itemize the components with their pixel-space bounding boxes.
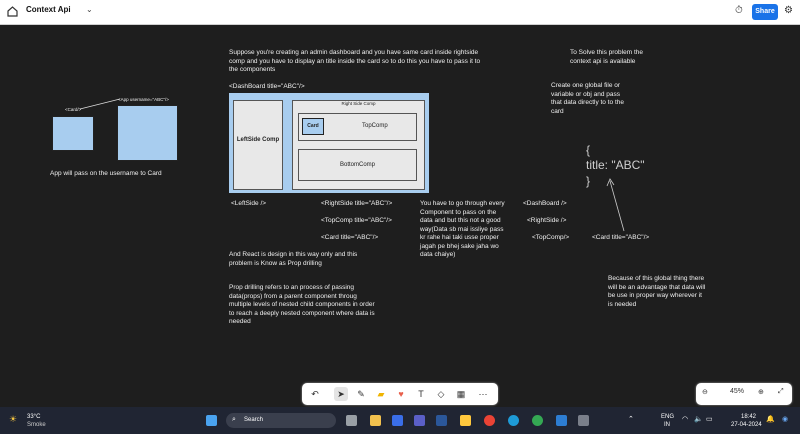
fit-to-screen-icon[interactable]: ⤢	[778, 388, 784, 396]
whiteboard-app-icon[interactable]	[556, 415, 567, 426]
search-icon: ⌕	[232, 416, 236, 423]
app-pass-text[interactable]: App will pass on the username to Card	[50, 170, 162, 179]
file-explorer-icon[interactable]	[370, 415, 381, 426]
home-icon[interactable]	[6, 5, 19, 18]
card-label: Card	[307, 123, 319, 129]
teams-icon[interactable]	[414, 415, 425, 426]
arrow-to-card[interactable]	[604, 175, 630, 235]
because-text[interactable]: Because of this global thing there will …	[608, 275, 706, 309]
dashboard-tag[interactable]: <DashBoard title="ABC"/>	[229, 83, 305, 92]
leftside-comp-box[interactable]: LeftSide Comp	[233, 100, 283, 190]
code-card[interactable]: <Card title="ABC"/>	[321, 234, 378, 243]
drawing-toolbar: ↶ ➤ ✎ ▰ ♥ T ◇ ▦ ⋯	[302, 383, 498, 405]
timer-icon[interactable]: ⏱	[735, 5, 743, 16]
share-button[interactable]: Share	[752, 4, 778, 20]
store-icon[interactable]	[392, 415, 403, 426]
right-topcomp-tag[interactable]: <TopComp/>	[532, 234, 569, 243]
app-tag-label[interactable]: <App username="ABC"/>	[118, 97, 169, 103]
zoom-out-icon[interactable]: ⊖	[702, 388, 708, 396]
select-tool-icon[interactable]: ➤	[334, 387, 348, 401]
app-square[interactable]	[117, 105, 178, 161]
language-code[interactable]: ENG	[661, 414, 674, 420]
code-leftside[interactable]: <LeftSide />	[231, 200, 266, 209]
create-global-text[interactable]: Create one global file or variable or ob…	[551, 82, 631, 116]
pen-tool-icon[interactable]: ✎	[354, 387, 368, 401]
shape-tool-icon[interactable]: ◇	[434, 387, 448, 401]
table-tool-icon[interactable]: ▦	[454, 387, 468, 401]
rightside-comp-label: Right Side Comp	[341, 101, 376, 106]
intro-text[interactable]: Suppose you're creating an admin dashboa…	[229, 49, 481, 75]
app-header: Context Api ⌄ ⏱ Share ⚙	[0, 0, 800, 25]
zoom-in-icon[interactable]: ⊕	[758, 388, 764, 396]
copilot-icon[interactable]: ◉	[782, 415, 788, 423]
right-dashboard-tag[interactable]: <DashBoard />	[523, 200, 567, 209]
go-through-text[interactable]: You have to go through every Component t…	[420, 200, 505, 260]
notification-bell-icon[interactable]: 🔔	[766, 415, 775, 423]
leftside-comp-label: LeftSide Comp	[236, 137, 280, 143]
battery-icon[interactable]: ▭	[706, 415, 713, 423]
chevron-down-icon[interactable]: ⌄	[86, 5, 93, 14]
topcomp-label: TopComp	[362, 123, 388, 129]
react-design-text[interactable]: And React is design in this way only and…	[229, 251, 379, 268]
bottomcomp-label: BottomComp	[339, 162, 375, 168]
weather-icon[interactable]: ☀	[9, 414, 17, 425]
board-title[interactable]: Context Api	[26, 5, 71, 14]
weather-temp[interactable]: 33°C	[27, 414, 40, 420]
dashboard-panel[interactable]: LeftSide Comp Right Side Comp Card TopCo…	[229, 93, 429, 193]
volume-icon[interactable]: 🔈	[694, 415, 703, 423]
whiteboard-canvas[interactable]: Suppose you're creating an admin dashboa…	[0, 25, 800, 407]
solve-text[interactable]: To Solve this problem the context api is…	[570, 49, 662, 66]
edge-icon[interactable]	[508, 415, 519, 426]
chevron-up-icon[interactable]: ⌃	[628, 415, 634, 423]
clock-date[interactable]: 27-04-2024	[731, 422, 762, 428]
prop-drilling-text[interactable]: Prop drilling refers to an process of pa…	[229, 284, 379, 327]
task-view-icon[interactable]	[346, 415, 357, 426]
wifi-icon[interactable]: ◠	[682, 415, 688, 423]
chrome-icon[interactable]	[484, 415, 495, 426]
code-rightside[interactable]: <RightSide title="ABC"/>	[321, 200, 392, 209]
card-box[interactable]: Card	[302, 118, 324, 135]
word-icon[interactable]	[436, 415, 447, 426]
right-rightside-tag[interactable]: <RightSide />	[527, 217, 566, 226]
rightside-comp-box[interactable]: Right Side Comp Card TopComp BottomComp	[292, 100, 425, 190]
reaction-heart-icon[interactable]: ♥	[394, 387, 408, 401]
taskbar-search[interactable]: ⌕ Search	[226, 413, 336, 428]
gear-icon[interactable]: ⚙	[784, 5, 793, 16]
chrome-profile-icon[interactable]	[532, 415, 543, 426]
power-bi-icon[interactable]	[460, 415, 471, 426]
zoom-control: ⊖ 45% ⊕ ⤢	[696, 383, 792, 405]
text-tool-icon[interactable]: T	[414, 387, 428, 401]
sticky-note-icon[interactable]: ▰	[374, 387, 388, 401]
windows-start-icon[interactable]	[206, 415, 217, 426]
code-topcomp[interactable]: <TopComp title="ABC"/>	[321, 217, 392, 226]
clock-time[interactable]: 18:42	[741, 414, 756, 420]
obj-open-brace[interactable]: {	[586, 143, 590, 157]
obj-close-brace[interactable]: }	[586, 174, 590, 188]
language-region[interactable]: IN	[664, 422, 670, 428]
weather-condition[interactable]: Smoke	[27, 422, 46, 428]
more-tools-icon[interactable]: ⋯	[476, 387, 490, 401]
windows-taskbar: ☀ 33°C Smoke ⌕ Search ⌃ ENG IN ◠ 🔈 ▭ 18:…	[0, 407, 800, 434]
zoom-level[interactable]: 45%	[730, 388, 744, 395]
card-square[interactable]	[52, 116, 94, 151]
search-placeholder: Search	[244, 417, 264, 423]
obj-title[interactable]: title: "ABC"	[586, 158, 645, 172]
right-card-tag[interactable]: <Card title="ABC"/>	[592, 234, 649, 243]
bottomcomp-box[interactable]: BottomComp	[298, 149, 417, 181]
app-icon[interactable]	[578, 415, 589, 426]
topcomp-box[interactable]: Card TopComp	[298, 113, 417, 141]
undo-icon[interactable]: ↶	[308, 387, 322, 401]
